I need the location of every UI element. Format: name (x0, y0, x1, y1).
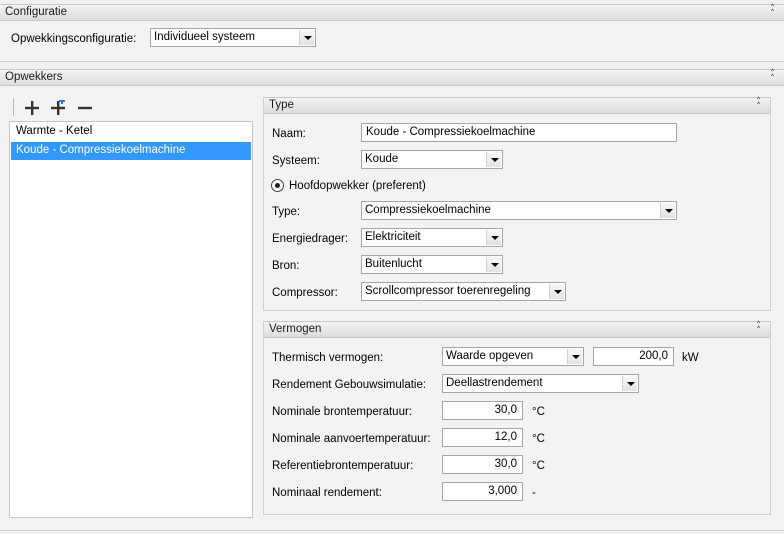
add-icon (25, 101, 39, 115)
configuratie-header: Configuratie ˄ ˄ (0, 4, 784, 21)
remove-icon (78, 106, 92, 110)
type-value: Compressiekoelmachine (365, 204, 491, 216)
thermisch-select-value: Waarde opgeven (446, 350, 534, 362)
energiedrager-value: Elektriciteit (365, 231, 421, 243)
chevron-down-icon (567, 349, 582, 364)
list-item-warmte-ketel[interactable]: Warmte - Ketel (11, 123, 251, 141)
collapse-icon[interactable]: ˄ ˄ (766, 5, 778, 19)
opwekkingsconfiguratie-select[interactable]: Individueel systeem (150, 28, 316, 47)
add-copy-button[interactable] (50, 100, 66, 116)
referentiebrontemperatuur-field[interactable]: 30,0 (442, 455, 523, 474)
brontemperatuur-unit: °C (532, 406, 545, 418)
toolbar-separator (13, 98, 14, 116)
type-header: Type ˄ ˄ (263, 97, 771, 114)
naam-field[interactable]: Koude - Compressiekoelmachine (361, 123, 677, 142)
bron-value: Buitenlucht (365, 258, 422, 270)
chevron-down-icon (299, 30, 314, 45)
list-item-label: Warmte - Ketel (16, 125, 93, 137)
collapse-icon[interactable]: ˄ ˄ (752, 98, 764, 112)
thermisch-unit: kW (682, 352, 699, 364)
compressor-value: Scrollcompressor toerenregeling (365, 285, 531, 297)
configuratie-title: Configuratie (5, 6, 68, 18)
naam-label: Naam: (272, 128, 306, 140)
aanvoertemperatuur-unit: °C (532, 433, 545, 445)
opwekkingsconfiguratie-label: Opwekkingsconfiguratie: (11, 33, 137, 45)
list-item-koude-compressiekoelmachine[interactable]: Koude - Compressiekoelmachine (11, 142, 251, 160)
add-button[interactable] (24, 100, 40, 116)
opwekkers-title: Opwekkers (5, 71, 63, 83)
rendement-label: Rendement Gebouwsimulatie: (272, 379, 427, 391)
rendement-value: Deellastrendement (446, 377, 543, 389)
opwekkers-list[interactable]: Warmte - Ketel Koude - Compressiekoelmac… (9, 121, 253, 518)
energiedrager-label: Energiedrager: (272, 233, 349, 245)
referentiebrontemperatuur-label: Referentiebrontemperatuur: (272, 460, 414, 472)
opwekkers-header: Opwekkers ˄ ˄ (0, 69, 784, 86)
brontemperatuur-field[interactable]: 30,0 (442, 401, 523, 420)
add-copy-icon (51, 100, 65, 115)
thermisch-label: Thermisch vermogen: (272, 352, 384, 364)
energiedrager-select[interactable]: Elektriciteit (361, 228, 503, 247)
thermisch-field[interactable]: 200,0 (593, 347, 674, 366)
aanvoertemperatuur-field[interactable]: 12,0 (442, 428, 523, 447)
collapse-icon[interactable]: ˄ ˄ (766, 70, 778, 84)
systeem-label: Systeem: (272, 155, 320, 167)
chevron-down-icon (486, 257, 501, 272)
systeem-value: Koude (365, 153, 399, 165)
chevron-down-icon (549, 284, 564, 299)
remove-button[interactable] (77, 100, 93, 116)
chevron-down-icon (486, 152, 501, 167)
systeem-select[interactable]: Koude (361, 150, 503, 169)
vermogen-title: Vermogen (269, 323, 322, 335)
list-item-label: Koude - Compressiekoelmachine (16, 144, 186, 156)
nominaal-rendement-field[interactable]: 3,000 (442, 482, 523, 501)
nominaal-rendement-label: Nominaal rendement: (272, 487, 382, 499)
nominaal-rendement-unit: - (532, 487, 536, 499)
type-title: Type (269, 99, 294, 111)
rendement-select[interactable]: Deellastrendement (442, 374, 639, 393)
chevron-down-icon (622, 376, 637, 391)
brontemperatuur-label: Nominale brontemperatuur: (272, 406, 412, 418)
referentiebrontemperatuur-unit: °C (532, 460, 545, 472)
compressor-label: Compressor: (272, 287, 338, 299)
bron-label: Bron: (272, 260, 300, 272)
chevron-down-icon (660, 203, 675, 218)
configuratie-body: Opwekkingsconfiguratie: Individueel syst… (0, 22, 784, 62)
type-label: Type: (272, 206, 301, 218)
aanvoertemperatuur-label: Nominale aanvoertemperatuur: (272, 433, 431, 445)
chevron-down-icon (486, 230, 501, 245)
vermogen-header: Vermogen ˄ ˄ (263, 321, 771, 338)
collapse-icon[interactable]: ˄ ˄ (752, 322, 764, 336)
hoofdopwekker-label: Hoofdopwekker (preferent) (289, 180, 426, 192)
compressor-select[interactable]: Scrollcompressor toerenregeling (361, 282, 566, 301)
hoofdopwekker-radio[interactable] (271, 179, 284, 192)
type-select[interactable]: Compressiekoelmachine (361, 201, 677, 220)
opwekkingsconfiguratie-value: Individueel systeem (154, 31, 255, 43)
bron-select[interactable]: Buitenlucht (361, 255, 503, 274)
thermisch-select[interactable]: Waarde opgeven (442, 347, 584, 366)
